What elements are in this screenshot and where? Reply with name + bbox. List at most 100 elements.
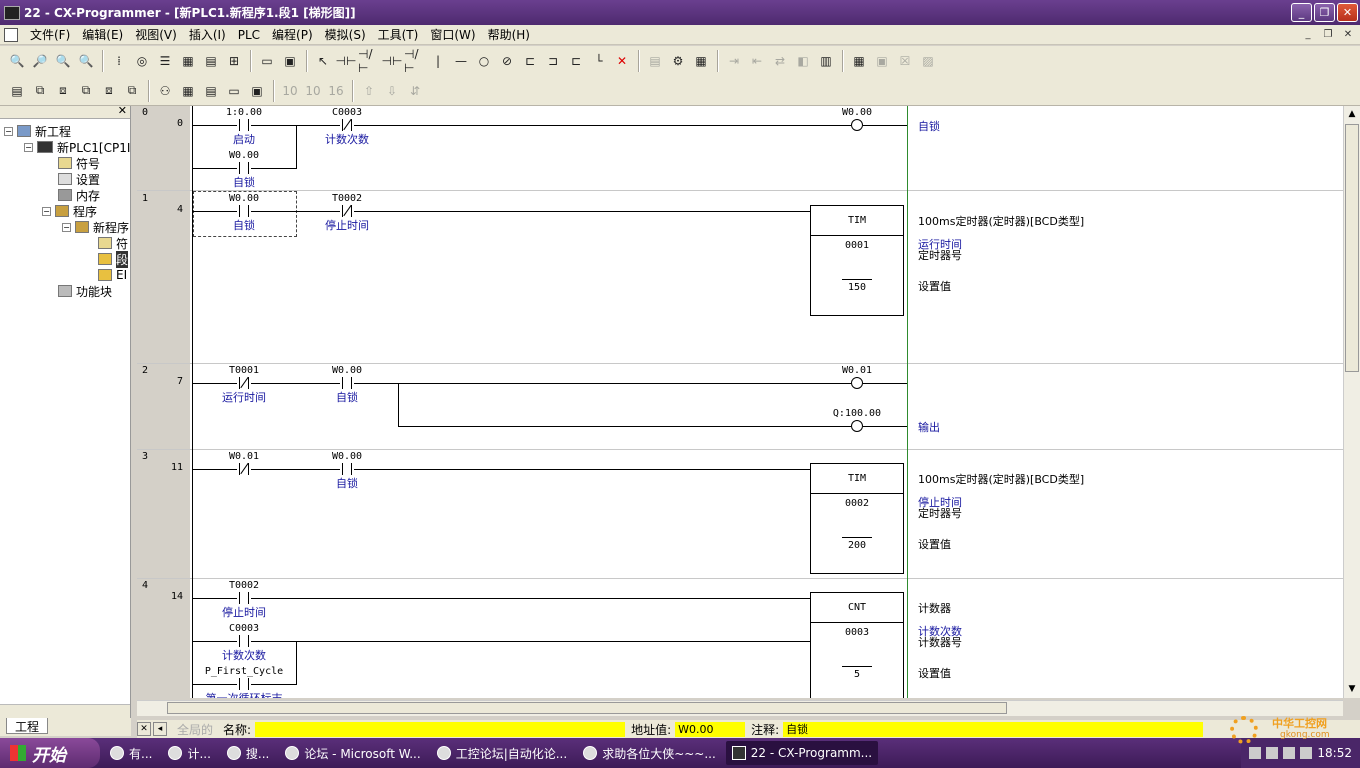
memory-view-icon[interactable]: ▦: [848, 50, 870, 72]
program-view-icon[interactable]: ▭: [256, 50, 278, 72]
instruction-block-icon[interactable]: ⊐: [542, 50, 564, 72]
tree-item-local-symbols[interactable]: 符: [98, 235, 128, 251]
output-coil[interactable]: [851, 420, 863, 432]
section-icon[interactable]: ▤: [200, 80, 222, 102]
contact-no[interactable]: [237, 205, 251, 217]
contact-nc[interactable]: [340, 118, 354, 131]
io-comment-icon[interactable]: ▣: [246, 80, 268, 102]
name-field[interactable]: [255, 721, 626, 737]
output-window-icon[interactable]: ⧈: [98, 80, 120, 102]
ladder-diagram[interactable]: 0 0 1 4 2 7 3 11 4 14 1:0.00 启动 W0.00 自锁…: [137, 106, 1343, 698]
mdi-close-button[interactable]: ✕: [1340, 28, 1356, 42]
arrow-left-icon[interactable]: ◂: [153, 722, 167, 736]
debug-icon[interactable]: ▣: [871, 50, 893, 72]
scroll-up-icon[interactable]: ▲: [1344, 106, 1360, 122]
network-icon[interactable]: [1283, 747, 1296, 759]
tree-item-function-blocks[interactable]: 功能块: [58, 283, 112, 299]
zoom-out-icon[interactable]: 🔍: [52, 50, 74, 72]
tree-item-section[interactable]: 段: [98, 250, 129, 268]
online-icon[interactable]: ▤: [644, 50, 666, 72]
output-coil[interactable]: [851, 119, 863, 131]
move-down-icon[interactable]: ⇩: [381, 80, 403, 102]
contact-no[interactable]: [237, 162, 251, 174]
fb-call-icon[interactable]: ⊏: [565, 50, 587, 72]
transfer-from-plc-icon[interactable]: ⇤: [746, 50, 768, 72]
horizontal-line-icon[interactable]: —: [450, 50, 472, 72]
menu-plc[interactable]: PLC: [232, 28, 266, 42]
zoom-fit-icon[interactable]: 🔍: [75, 50, 97, 72]
compile-icon[interactable]: ⚙: [667, 50, 689, 72]
set-icon[interactable]: ▨: [917, 50, 939, 72]
document-icon[interactable]: [4, 27, 18, 42]
io-table-icon[interactable]: ▥: [815, 50, 837, 72]
timer-block[interactable]: TIM 0001 150: [810, 205, 904, 316]
close-icon[interactable]: ✕: [118, 104, 127, 117]
contact-nc-icon[interactable]: ⊣/⊢: [358, 47, 380, 75]
monitor-icon[interactable]: ▦: [177, 50, 199, 72]
instruction-icon[interactable]: ⊏: [519, 50, 541, 72]
contact-or-no-icon[interactable]: ⊣⊢: [381, 50, 403, 72]
contact-no[interactable]: [340, 463, 354, 475]
taskbar-item[interactable]: 搜...: [221, 741, 275, 765]
refresh-icon[interactable]: ⇵: [404, 80, 426, 102]
tray-icon[interactable]: [1249, 747, 1262, 759]
taskbar-item[interactable]: 论坛 - Microsoft W...: [279, 741, 426, 765]
cross-ref-icon[interactable]: ⚇: [154, 80, 176, 102]
collapse-icon[interactable]: −: [62, 222, 71, 232]
ct-icon[interactable]: ▣: [279, 50, 301, 72]
collapse-icon[interactable]: −: [42, 206, 51, 216]
line-connect-icon[interactable]: └: [588, 50, 610, 72]
mdi-minimize-button[interactable]: _: [1300, 28, 1316, 42]
close-button[interactable]: ✕: [1337, 3, 1358, 22]
menu-tools[interactable]: 工具(T): [372, 26, 425, 43]
comment-field[interactable]: 自锁: [783, 721, 1204, 737]
menu-edit[interactable]: 编辑(E): [76, 26, 129, 43]
project-window-icon[interactable]: ▤: [6, 80, 28, 102]
comment-toggle-icon[interactable]: ◎: [131, 50, 153, 72]
taskbar-item[interactable]: 计...: [162, 741, 216, 765]
taskbar-item[interactable]: 求助各位大侠~~~...: [577, 741, 722, 765]
ladder-vertical-scrollbar[interactable]: ▲ ▼: [1343, 106, 1360, 698]
compare-icon[interactable]: ⇄: [769, 50, 791, 72]
contact-nc[interactable]: [237, 462, 251, 475]
tree-item-programs[interactable]: − 程序: [42, 203, 97, 219]
coil-nc-icon[interactable]: ⊘: [496, 50, 518, 72]
program-check-icon[interactable]: ▦: [690, 50, 712, 72]
tree-item-memory[interactable]: 内存: [58, 187, 100, 203]
contact-no[interactable]: [340, 377, 354, 389]
tree-item-settings[interactable]: 设置: [58, 171, 100, 187]
contact-no[interactable]: [237, 635, 251, 647]
mode-icon[interactable]: ◧: [792, 50, 814, 72]
address-field[interactable]: W0.00: [675, 721, 746, 737]
menu-program[interactable]: 编程(P): [266, 26, 319, 43]
contact-no[interactable]: [237, 678, 251, 690]
tree-item-new-program[interactable]: − 新程序: [62, 219, 129, 235]
tree-item-project[interactable]: − 新工程: [4, 123, 71, 139]
tree-item-plc[interactable]: − 新PLC1[CP1I: [24, 139, 130, 155]
menu-window[interactable]: 窗口(W): [424, 26, 481, 43]
tree-item-symbols[interactable]: 符号: [58, 155, 100, 171]
tree-horizontal-scrollbar[interactable]: [0, 704, 130, 718]
contact-nc[interactable]: [340, 204, 354, 217]
scroll-thumb[interactable]: [1345, 124, 1359, 372]
table-icon[interactable]: ▤: [200, 50, 222, 72]
menu-help[interactable]: 帮助(H): [482, 26, 536, 43]
contact-no-icon[interactable]: ⊣⊢: [335, 50, 357, 72]
vertical-line-icon[interactable]: |: [427, 50, 449, 72]
taskbar-item[interactable]: 工控论坛|自动化论...: [431, 741, 574, 765]
menu-simulate[interactable]: 模拟(S): [319, 26, 372, 43]
tree-icon[interactable]: ⊞: [223, 50, 245, 72]
contact-nc[interactable]: [237, 376, 251, 389]
mdi-restore-button[interactable]: ❐: [1320, 28, 1336, 42]
select-pointer-icon[interactable]: ↖: [312, 50, 334, 72]
force-icon[interactable]: ☒: [894, 50, 916, 72]
contact-no[interactable]: [237, 119, 251, 131]
contact-no[interactable]: [237, 592, 251, 604]
watch-window-icon[interactable]: ⧉: [75, 80, 97, 102]
taskbar-item-active[interactable]: 22 - CX-Programm...: [725, 741, 879, 765]
timer-block[interactable]: TIM 0002 200: [810, 463, 904, 574]
ladder-horizontal-scrollbar[interactable]: [137, 700, 1343, 716]
move-up-icon[interactable]: ⇧: [358, 80, 380, 102]
address-ref-icon[interactable]: ▦: [177, 80, 199, 102]
menu-file[interactable]: 文件(F): [24, 26, 76, 43]
